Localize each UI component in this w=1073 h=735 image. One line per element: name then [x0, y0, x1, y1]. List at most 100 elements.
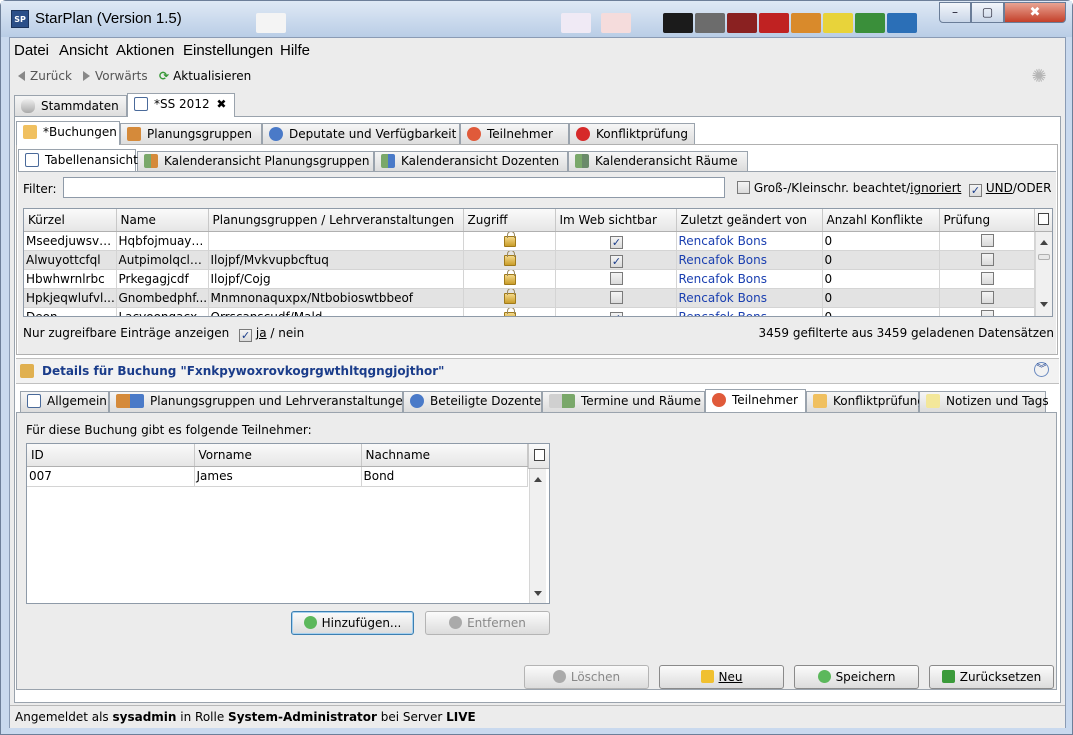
andor-checkbox[interactable]: ✓ — [969, 184, 982, 197]
cell-konflikte: 0 — [822, 288, 940, 308]
menu-ansicht[interactable]: Ansicht — [59, 42, 108, 59]
tab-deputate[interactable]: Deputate und Verfügbarkeit — [262, 123, 460, 145]
pruefung-checkbox[interactable] — [981, 271, 994, 285]
col-planungsgruppen[interactable]: Planungsgruppen / Lehrveranstaltungen — [208, 209, 464, 232]
menu-aktionen[interactable]: Aktionen — [116, 42, 174, 59]
conflict-check-icon — [813, 394, 827, 408]
menu-einstellungen[interactable]: Einstellungen — [183, 42, 273, 59]
delete-button[interactable]: Löschen — [524, 665, 649, 689]
tab-konfliktpruefung-main[interactable]: Konfliktprüfung — [569, 123, 695, 145]
save-label: Speichern — [835, 670, 896, 684]
web-visible-checkbox[interactable]: ✓ — [610, 235, 623, 249]
add-participant-button[interactable]: Hinzufügen... — [291, 611, 414, 635]
details-header[interactable]: Details für Buchung "Fxnkpywoxrovkogrgwt… — [16, 358, 1059, 384]
column-chooser-button[interactable] — [1034, 209, 1052, 232]
buchungen-panel: Tabellenansicht Kalenderansicht Planungs… — [16, 144, 1058, 355]
tab-stammdaten[interactable]: Stammdaten — [14, 95, 127, 117]
close-button[interactable]: ✖ — [1004, 2, 1066, 23]
save-button[interactable]: Speichern — [794, 665, 919, 689]
remove-icon — [449, 616, 463, 629]
tab-teilnehmer-main[interactable]: Teilnehmer — [460, 123, 569, 145]
table-row[interactable]: Alwuyottcfql Autpimolqcln... Ilojpf/Mvkvup… — [24, 250, 1035, 270]
col-konflikte[interactable]: Anzahl Konflikte — [822, 209, 940, 232]
titlebar-decor — [791, 13, 821, 33]
scroll-down-icon[interactable] — [1040, 302, 1048, 307]
table-row[interactable]: 007 James Bond — [27, 466, 528, 487]
menu-hilfe[interactable]: Hilfe — [280, 42, 310, 59]
refresh-button[interactable]: ⟳ Aktualisieren — [159, 69, 251, 83]
web-visible-checkbox[interactable]: ✓ — [610, 311, 623, 316]
cell-web — [555, 269, 677, 289]
tab-planungsgruppen[interactable]: Planungsgruppen — [120, 123, 262, 145]
tab-termine-raeume[interactable]: Termine und Räume — [542, 391, 705, 412]
titlebar-decor — [695, 13, 725, 33]
tab-allgemein[interactable]: Allgemein — [20, 391, 109, 412]
tab-ss-2012[interactable]: *SS 2012 ✖ — [127, 93, 235, 117]
scroll-down-icon[interactable] — [534, 591, 542, 596]
menu-datei[interactable]: Datei — [14, 42, 49, 59]
col-web[interactable]: Im Web sichtbar — [555, 209, 677, 232]
remove-participant-button[interactable]: Entfernen — [425, 611, 550, 635]
pruefung-checkbox[interactable] — [981, 290, 994, 304]
back-button[interactable]: Zurück — [18, 69, 72, 83]
forward-button[interactable]: Vorwärts — [83, 69, 148, 83]
tab-beteiligte-dozenten[interactable]: Beteiligte Dozenten — [403, 391, 549, 412]
pruefung-checkbox[interactable] — [981, 252, 994, 266]
minimize-button[interactable]: – — [939, 2, 971, 23]
participant-id: 007 — [27, 466, 195, 487]
table-row[interactable]: Hbwhwrnlrbc Prkegagjcdf Ilojpf/Cojg Rencafo… — [24, 269, 1035, 289]
cell-zugriff — [463, 288, 556, 308]
bookings-scrollbar[interactable] — [1035, 232, 1052, 316]
cell-konflikte: 0 — [822, 250, 940, 270]
tab-detail-planungsgruppen[interactable]: Planungsgruppen und Lehrveranstaltungen — [109, 391, 410, 412]
teilnehmer-detail-panel: Für diese Buchung gibt es folgende Teiln… — [16, 412, 1057, 690]
tab-tabellenansicht-label: Tabellenansicht — [45, 153, 138, 167]
scroll-thumb[interactable] — [1038, 254, 1050, 260]
tab-tabellenansicht[interactable]: Tabellenansicht — [18, 149, 138, 171]
tab-detail-konfliktpruefung[interactable]: Konfliktprüfung — [806, 391, 925, 412]
scroll-up-icon[interactable] — [1040, 240, 1048, 245]
col-zugriff[interactable]: Zugriff — [463, 209, 556, 232]
groups-lectures-icon — [116, 394, 144, 408]
andor-toggle[interactable]: ✓ UND/ODER — [969, 181, 1051, 197]
reset-button[interactable]: Zurücksetzen — [929, 665, 1054, 689]
filter-input[interactable] — [63, 177, 725, 198]
col-vorname[interactable]: Vorname — [194, 444, 362, 467]
table-row[interactable]: Mseedjuwsvs... Hqbfojmuaytaq ✓ Rencafok Bon… — [24, 231, 1035, 251]
web-visible-checkbox[interactable] — [610, 271, 623, 285]
web-visible-checkbox[interactable]: ✓ — [610, 254, 623, 268]
col-id[interactable]: ID — [27, 444, 195, 467]
document-panel: *Buchungen Planungsgruppen Deputate und … — [14, 116, 1061, 703]
tab-kalender-raeume[interactable]: Kalenderansicht Räume — [568, 151, 748, 171]
participants-column-chooser-button[interactable] — [528, 444, 549, 469]
close-tab-icon[interactable]: ✖ — [216, 97, 226, 111]
cell-name: Prkegagjcdf — [116, 269, 209, 289]
col-name[interactable]: Name — [116, 209, 209, 232]
participant-icon — [467, 127, 481, 141]
title-bar[interactable]: SP StarPlan (Version 1.5) – ▢ ✖ — [1, 1, 1072, 37]
maximize-button[interactable]: ▢ — [971, 2, 1004, 23]
tab-kalender-dozenten[interactable]: Kalenderansicht Dozenten — [374, 151, 568, 171]
tab-detail-teilnehmer[interactable]: Teilnehmer — [705, 389, 806, 412]
col-pruefung[interactable]: Prüfung — [939, 209, 1035, 232]
tab-kalender-planungsgruppen[interactable]: Kalenderansicht Planungsgruppen — [137, 151, 374, 171]
tab-buchungen[interactable]: *Buchungen — [16, 121, 120, 145]
cell-zugriff — [463, 250, 556, 270]
case-sensitivity-toggle[interactable]: Groß-/Kleinschr. beachtet/ignoriert — [737, 181, 961, 195]
pruefung-checkbox[interactable] — [981, 233, 994, 247]
col-zuletzt-geaendert[interactable]: Zuletzt geändert von — [676, 209, 823, 232]
table-row[interactable]: Hpkjeqwlufvl... Gnombedphf... Mnmnonaquxpx… — [24, 288, 1035, 308]
scroll-up-icon[interactable] — [534, 477, 542, 482]
table-row[interactable]: DeonLacvoongacxOrrscanscudf/Mald ✓ Rencafo… — [24, 307, 1035, 316]
tab-notizen-tags[interactable]: Notizen und Tags — [919, 391, 1049, 412]
col-kuerzel[interactable]: Kürzel — [24, 209, 117, 232]
pruefung-checkbox[interactable] — [981, 309, 994, 316]
collapse-details-icon[interactable]: ︾ — [1034, 362, 1049, 377]
tab-detail-teilnehmer-label: Teilnehmer — [732, 393, 798, 407]
new-button[interactable]: Neu — [659, 665, 784, 689]
col-nachname[interactable]: Nachname — [361, 444, 528, 467]
access-yes-checkbox[interactable]: ✓ — [239, 329, 253, 342]
case-checkbox[interactable] — [737, 181, 750, 194]
participants-scrollbar[interactable] — [529, 469, 546, 603]
web-visible-checkbox[interactable] — [610, 290, 623, 304]
